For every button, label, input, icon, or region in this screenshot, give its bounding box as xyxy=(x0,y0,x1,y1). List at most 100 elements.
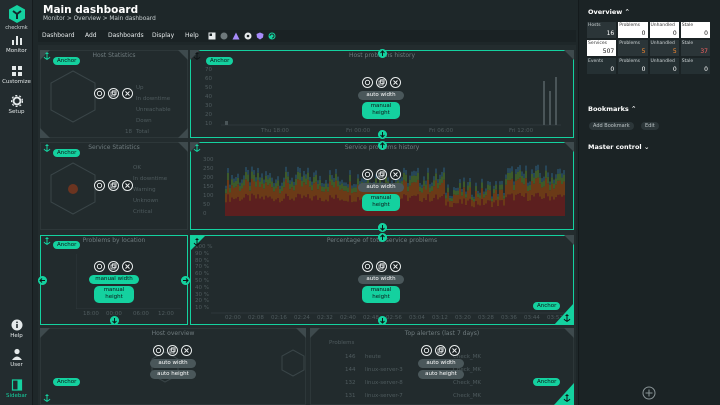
grow-down-arrow-icon[interactable] xyxy=(378,130,387,139)
resize-corner[interactable] xyxy=(564,235,574,245)
clone-icon[interactable] xyxy=(167,345,178,356)
gear-icon[interactable] xyxy=(94,88,105,99)
clone-icon[interactable] xyxy=(376,77,387,88)
close-icon[interactable] xyxy=(390,261,401,272)
events-unhandled-cell[interactable]: Unhandled 0 xyxy=(649,58,679,74)
resize-corner[interactable] xyxy=(40,328,50,338)
grow-up-arrow-icon[interactable] xyxy=(378,49,387,58)
shield-icon[interactable] xyxy=(256,32,264,40)
anchor-badge[interactable]: Anchor xyxy=(206,57,234,65)
anchor-badge[interactable]: Anchor xyxy=(53,149,81,157)
manual-height-toggle[interactable]: manual height xyxy=(362,194,400,211)
anchor-icon[interactable] xyxy=(562,393,572,403)
gear-icon[interactable] xyxy=(244,32,252,40)
events-stale-cell[interactable]: Stale 0 xyxy=(680,58,710,74)
nav-setup[interactable]: Setup xyxy=(0,95,33,115)
resize-corner[interactable] xyxy=(564,142,574,152)
close-icon[interactable] xyxy=(122,180,133,191)
auto-height-toggle[interactable]: auto height xyxy=(150,370,196,379)
resize-corner[interactable] xyxy=(564,50,574,60)
clone-icon[interactable] xyxy=(435,345,446,356)
grow-up-arrow-icon[interactable] xyxy=(378,141,387,150)
anchor-icon[interactable] xyxy=(42,393,52,403)
edit-bookmarks-button[interactable]: Edit xyxy=(641,122,659,130)
gear-icon[interactable] xyxy=(153,345,164,356)
services-unhandled-cell[interactable]: Unhandled 5 xyxy=(649,40,679,56)
gear-icon[interactable] xyxy=(421,345,432,356)
grow-down-arrow-icon[interactable] xyxy=(378,223,387,232)
anchor-icon[interactable] xyxy=(42,236,52,246)
manual-width-toggle[interactable]: manual width xyxy=(89,275,139,284)
nav-help[interactable]: Help xyxy=(0,319,33,339)
grow-down-arrow-icon[interactable] xyxy=(110,316,119,325)
close-icon[interactable] xyxy=(449,345,460,356)
close-icon[interactable] xyxy=(122,261,133,272)
clone-icon[interactable] xyxy=(376,261,387,272)
refresh-icon[interactable] xyxy=(268,32,276,40)
services-stale-cell[interactable]: Stale 37 xyxy=(680,40,710,56)
auto-width-toggle[interactable]: auto width xyxy=(358,275,404,284)
auto-height-toggle[interactable]: auto height xyxy=(418,370,464,379)
clone-icon[interactable] xyxy=(108,88,119,99)
auto-width-toggle[interactable]: auto width xyxy=(150,359,196,368)
nav-user[interactable]: User xyxy=(0,348,33,368)
edit-layout-icon[interactable] xyxy=(208,32,216,40)
checkmk-logo-icon[interactable] xyxy=(7,4,27,24)
bookmarks-section-header[interactable]: Bookmarks ⌃ xyxy=(588,105,636,113)
grow-right-arrow-icon[interactable] xyxy=(181,276,190,285)
menu-dashboards[interactable]: Dashboards xyxy=(108,32,144,39)
clone-icon[interactable] xyxy=(108,261,119,272)
auto-width-toggle[interactable]: auto width xyxy=(358,91,404,100)
add-snapin-icon[interactable] xyxy=(642,386,656,400)
hosts-unhandled-cell[interactable]: Unhandled 0 xyxy=(649,22,679,38)
overview-section-header[interactable]: Overview ⌃ xyxy=(588,8,630,16)
gear-icon[interactable] xyxy=(362,77,373,88)
breadcrumb[interactable]: Monitor > Overview > Main dashboard xyxy=(43,16,156,22)
hosts-stale-cell[interactable]: Stale 0 xyxy=(680,22,710,38)
anchor-badge[interactable]: Anchor xyxy=(533,378,561,386)
services-problems-cell[interactable]: Problems 5 xyxy=(618,40,648,56)
grow-up-arrow-icon[interactable] xyxy=(378,233,387,242)
resize-corner[interactable] xyxy=(178,50,188,60)
warning-triangle-icon[interactable] xyxy=(232,32,240,40)
menu-help[interactable]: Help xyxy=(185,32,199,39)
resize-corner[interactable] xyxy=(310,328,320,338)
hosts-cell[interactable]: Hosts 16 xyxy=(587,22,617,38)
anchor-badge[interactable]: Anchor xyxy=(533,302,561,310)
hosts-problems-cell[interactable]: Problems 0 xyxy=(618,22,648,38)
add-bookmark-button[interactable]: Add Bookmark xyxy=(589,122,634,130)
resize-corner[interactable] xyxy=(178,142,188,152)
resize-corner[interactable] xyxy=(564,328,574,338)
anchor-icon[interactable] xyxy=(192,143,202,153)
anchor-badge[interactable]: Anchor xyxy=(53,57,81,65)
menu-display[interactable]: Display xyxy=(152,32,174,39)
clone-icon[interactable] xyxy=(376,169,387,180)
services-cell[interactable]: Services 507 xyxy=(587,40,617,56)
anchor-icon[interactable] xyxy=(42,143,52,153)
auto-width-toggle[interactable]: auto width xyxy=(418,359,464,368)
close-icon[interactable] xyxy=(390,169,401,180)
grow-down-arrow-icon[interactable] xyxy=(378,316,387,325)
gear-icon[interactable] xyxy=(94,180,105,191)
nav-customize[interactable]: Customize xyxy=(0,65,33,85)
close-icon[interactable] xyxy=(122,88,133,99)
nav-sidebar[interactable]: Sidebar xyxy=(0,379,33,399)
gear-icon[interactable] xyxy=(362,261,373,272)
nav-monitor[interactable]: Monitor xyxy=(0,34,33,54)
anchor-badge[interactable]: Anchor xyxy=(53,378,81,386)
gear-icon[interactable] xyxy=(94,261,105,272)
anchor-icon[interactable] xyxy=(192,237,202,247)
manual-height-toggle[interactable]: manual height xyxy=(362,102,400,119)
gear-icon[interactable] xyxy=(362,169,373,180)
resize-corner[interactable] xyxy=(178,128,188,138)
events-cell[interactable]: Events 0 xyxy=(587,58,617,74)
anchor-icon[interactable] xyxy=(562,313,572,323)
anchor-icon[interactable] xyxy=(42,51,52,61)
status-dot-icon[interactable] xyxy=(220,32,228,40)
anchor-badge[interactable]: Anchor xyxy=(53,241,81,249)
auto-width-toggle[interactable]: auto width xyxy=(358,183,404,192)
close-icon[interactable] xyxy=(181,345,192,356)
clone-icon[interactable] xyxy=(108,180,119,191)
manual-height-toggle[interactable]: manual height xyxy=(362,286,400,303)
master-control-section-header[interactable]: Master control ⌄ xyxy=(588,143,649,151)
